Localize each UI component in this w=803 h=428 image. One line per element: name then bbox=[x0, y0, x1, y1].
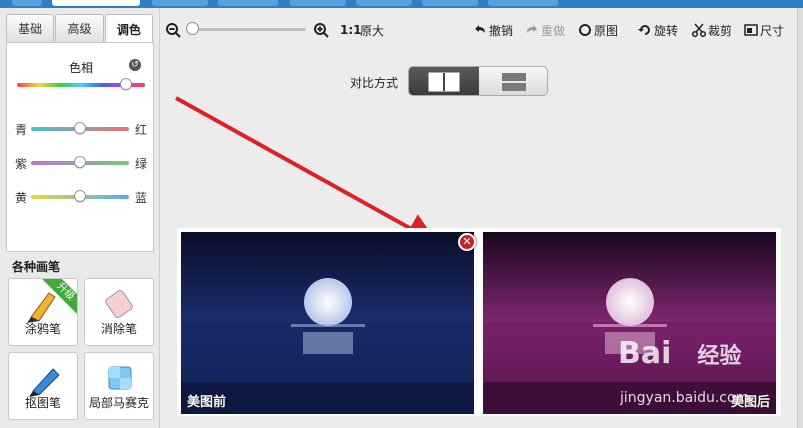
before-label: 美图前 bbox=[187, 395, 227, 410]
watermark-brand2: 经验 bbox=[697, 344, 742, 369]
watermark-brand: Bai bbox=[618, 336, 672, 371]
close-compare-button[interactable]: ✕ bbox=[458, 233, 476, 251]
compare-photos: 美图前 美图后 bbox=[177, 228, 781, 416]
after-photo: 美图后 bbox=[483, 232, 776, 414]
moon-sea-image-after bbox=[483, 232, 776, 414]
watermark-site: jingyan.baidu.com bbox=[620, 390, 750, 406]
moon-sea-image-before bbox=[181, 232, 474, 414]
baidu-watermark: Bai 经验 bbox=[618, 336, 741, 371]
before-photo: 美图前 bbox=[181, 232, 474, 414]
right-scroll-edge[interactable] bbox=[797, 8, 803, 428]
